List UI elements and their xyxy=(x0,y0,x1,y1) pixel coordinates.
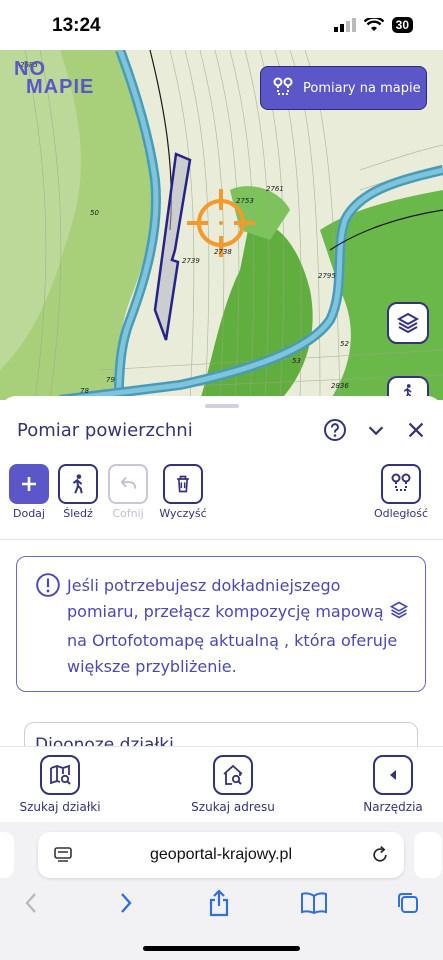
sheet-divider xyxy=(0,539,443,540)
back-button[interactable] xyxy=(16,888,46,918)
info-warning-icon xyxy=(36,573,60,597)
clear-label: Wyczyść xyxy=(159,507,207,520)
sheet-drag-handle[interactable] xyxy=(205,404,239,408)
distance-icon xyxy=(391,473,411,491)
chevron-left-icon xyxy=(390,770,396,780)
map-label: 2739 xyxy=(182,257,200,265)
logo-text-bottom: MAPIE xyxy=(26,76,95,98)
map-label: 2836 xyxy=(331,382,349,390)
measurements-on-map-button[interactable]: Pomiary na mapie xyxy=(260,66,427,110)
info-box: Jeśli potrzebujesz dokładniejszego pomia… xyxy=(16,556,426,692)
map-label: 2761 xyxy=(266,185,284,193)
map-label: 53 xyxy=(292,357,301,365)
signal-icon xyxy=(333,18,356,32)
clear-button[interactable]: Wyczyść xyxy=(153,464,213,520)
info-text-part-1: Jeśli potrzebujesz dokładniejszego pomia… xyxy=(67,576,384,621)
close-icon[interactable] xyxy=(405,419,427,441)
search-parcel-button[interactable]: Szukaj działki xyxy=(12,755,108,814)
measurements-button-label: Pomiary na mapie xyxy=(303,80,421,96)
map-label: 2753 xyxy=(236,197,254,205)
next-tab-stub[interactable] xyxy=(414,832,442,878)
distance-label: Odległość xyxy=(373,507,429,520)
home-search-icon xyxy=(223,764,243,785)
tools-label: Narzędzia xyxy=(363,800,423,814)
url-text: geoportal-krajowy.pl xyxy=(150,846,292,863)
forward-arrow-icon xyxy=(121,893,132,913)
measure-area-sheet: Pomiar powierzchni Dodaj Śledź Cofnij Wy… xyxy=(0,396,443,748)
home-indicator xyxy=(143,946,300,951)
map-label: 79 xyxy=(106,376,115,384)
address-bar[interactable]: geoportal-krajowy.pl xyxy=(38,832,404,878)
map-search-icon xyxy=(50,764,71,785)
share-button[interactable] xyxy=(204,888,234,918)
add-point-label: Dodaj xyxy=(13,507,45,520)
previous-tab-stub[interactable] xyxy=(0,832,14,878)
forward-button[interactable] xyxy=(111,888,141,918)
plus-icon xyxy=(22,477,36,491)
battery-indicator: 30 xyxy=(391,17,413,33)
map-label: 52 xyxy=(340,340,349,348)
map-label: 2738 xyxy=(214,248,232,256)
tabs-button[interactable] xyxy=(393,888,423,918)
app-logo: NO MAPIE xyxy=(14,59,95,98)
search-address-label: Szukaj adresu xyxy=(191,800,275,814)
info-text: Jeśli potrzebujesz dokładniejszego pomia… xyxy=(67,573,417,680)
help-icon[interactable] xyxy=(323,418,347,442)
wifi-icon xyxy=(363,18,384,31)
reload-icon[interactable] xyxy=(370,845,390,865)
search-address-button[interactable]: Szukaj adresu xyxy=(185,755,281,814)
bookmarks-button[interactable] xyxy=(299,888,329,918)
undo-icon xyxy=(120,476,137,489)
status-bar: 13:24 30 xyxy=(0,0,443,50)
walking-icon xyxy=(72,474,83,494)
status-time: 13:24 xyxy=(52,15,101,36)
book-icon xyxy=(301,892,327,915)
undo-label: Cofnij xyxy=(112,507,144,520)
map-label: 50 xyxy=(90,209,99,217)
search-parcel-label: Szukaj działki xyxy=(19,800,101,814)
layers-button[interactable] xyxy=(387,302,429,344)
info-text-part-2: na Ortofotomapę aktualną , która oferuje… xyxy=(67,631,398,676)
parcel-description-card[interactable]: Dioonoze działki xyxy=(24,722,418,748)
collapse-chevron-icon[interactable] xyxy=(365,419,387,441)
layers-inline-icon xyxy=(389,600,409,628)
back-arrow-icon xyxy=(25,893,36,913)
layers-icon xyxy=(396,312,420,334)
map-label: 2795 xyxy=(318,272,336,280)
distance-icon xyxy=(273,77,293,95)
tabs-icon xyxy=(398,893,418,913)
distance-button[interactable]: Odległość xyxy=(371,464,431,520)
sheet-title: Pomiar powierzchni xyxy=(17,420,193,441)
bottom-navigation: Szukaj działki Szukaj adresu Narzędzia xyxy=(0,746,443,822)
trash-icon xyxy=(177,475,189,493)
track-label: Śledź xyxy=(63,507,93,520)
share-icon xyxy=(209,889,229,917)
tools-button[interactable]: Narzędzia xyxy=(355,755,431,814)
map-label: 78 xyxy=(80,387,89,395)
browser-chrome: geoportal-krajowy.pl xyxy=(0,822,443,960)
undo-button[interactable]: Cofnij xyxy=(98,464,158,520)
